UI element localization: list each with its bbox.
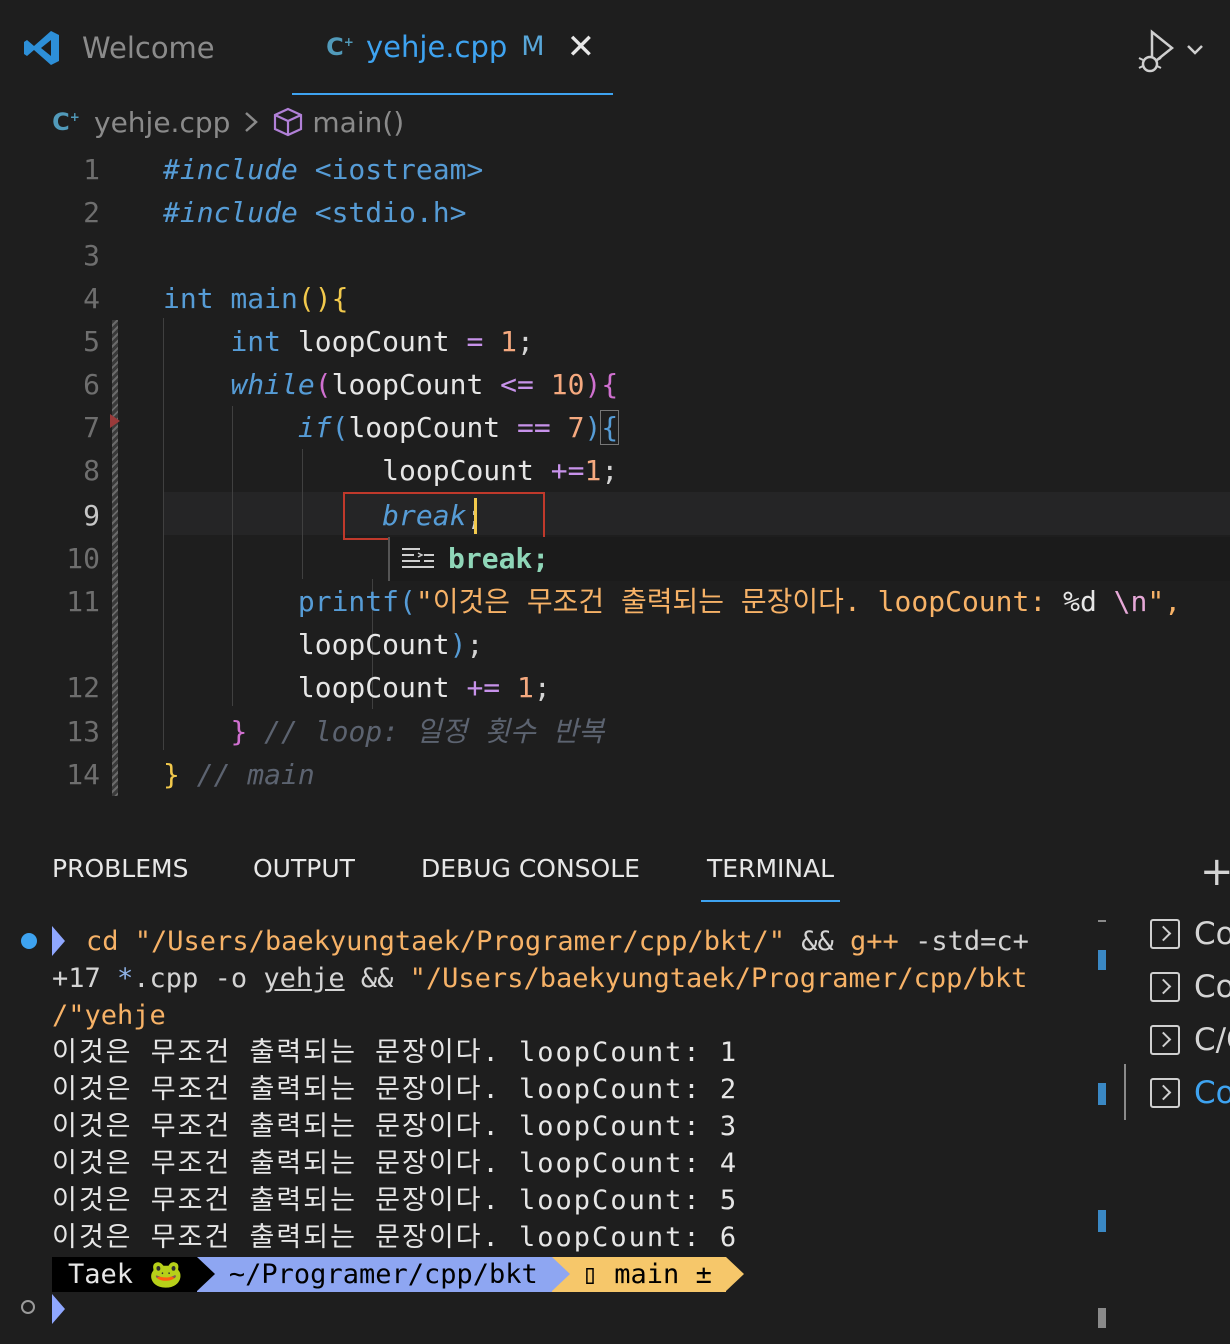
run-debug-button[interactable] <box>1136 28 1216 78</box>
close-icon[interactable]: ✕ <box>567 30 596 64</box>
snippet-icon <box>402 548 434 568</box>
tab-debug-console[interactable]: DEBUG CONSOLE <box>421 854 640 896</box>
tab-yehje-cpp[interactable]: C+ yehje.cpp M ✕ <box>292 0 613 95</box>
tab-welcome[interactable]: Welcome <box>22 0 292 96</box>
vscode-logo-icon <box>24 31 59 65</box>
terminal-list: Co Co C/C Co <box>1124 914 1230 1344</box>
line-number: 13 <box>66 715 100 748</box>
cpp-file-icon: C+ <box>52 108 80 136</box>
scrollbar-mark <box>1098 1308 1106 1328</box>
terminal-output-line: 이것은 무조건 출력되는 문장이다. loopCount: 6 <box>52 1222 739 1253</box>
tab-label: yehje.cpp <box>366 29 508 64</box>
suggestion-text: break; <box>448 542 550 575</box>
prompt-path: ~/Programer/cpp/bkt <box>196 1257 570 1292</box>
prompt-git-branch: ▯ main ± <box>551 1257 744 1292</box>
code-line: 8 loopCount +=1; <box>0 449 1230 492</box>
terminal-list-item[interactable]: Co <box>1150 961 1230 1013</box>
inline-suggestion[interactable]: break; <box>388 537 1230 581</box>
line-number: 4 <box>83 282 100 315</box>
code-line: loopCount); <box>297 628 484 661</box>
code-line: 9 break; <box>0 494 1230 537</box>
terminal-output-line: 이것은 무조건 출력되는 문장이다. loopCount: 2 <box>52 1074 739 1105</box>
command-status-dot <box>21 1300 35 1314</box>
scrollbar-mark <box>1098 1210 1106 1232</box>
line-number: 3 <box>83 239 100 272</box>
breadcrumb: C+ yehje.cpp main() <box>52 100 404 144</box>
code-line: 14 } // main <box>0 753 1230 796</box>
terminal-list-item[interactable]: Co <box>1150 908 1230 960</box>
terminal-icon <box>1150 972 1180 1002</box>
code-line: 4 int main(){ <box>0 277 1230 320</box>
line-number: 9 <box>83 499 100 532</box>
terminal[interactable]: cd "/Users/baekyungtaek/Programer/cpp/bk… <box>0 918 1090 1344</box>
tab-label: Welcome <box>82 31 215 65</box>
line-number: 8 <box>83 454 100 487</box>
code-line: 1 #include <iostream> <box>0 148 1230 191</box>
prompt-user: Taek 🐸 <box>52 1257 215 1292</box>
line-number: 11 <box>66 585 100 618</box>
terminal-command-line: cd "/Users/baekyungtaek/Programer/cpp/bk… <box>86 926 1029 957</box>
command-status-dot <box>21 933 37 949</box>
modified-indicator: M <box>521 31 545 62</box>
code-line: 11 printf("이것은 무조건 출력되는 문장이다. loopCount:… <box>0 580 1230 623</box>
terminal-command-line: +17 *.cpp -o yehje && "/Users/baekyungta… <box>52 963 1028 994</box>
editor-tab-bar: Welcome C+ yehje.cpp M ✕ <box>0 0 1230 96</box>
line-number: 10 <box>66 542 100 575</box>
terminal-icon <box>1150 1025 1180 1055</box>
terminal-icon <box>1150 1078 1180 1108</box>
code-editor[interactable]: 1 #include <iostream> 2 #include <stdio.… <box>0 146 1230 806</box>
terminal-output-line: 이것은 무조건 출력되는 문장이다. loopCount: 5 <box>52 1185 739 1216</box>
tab-output[interactable]: OUTPUT <box>253 854 355 896</box>
terminal-icon <box>1150 919 1180 949</box>
add-terminal-button[interactable]: + <box>1200 852 1230 892</box>
tab-problems[interactable]: PROBLEMS <box>52 854 188 896</box>
code-line: 6 while(loopCount <= 10){ <box>0 363 1230 406</box>
terminal-output-line: 이것은 무조건 출력되는 문장이다. loopCount: 3 <box>52 1111 739 1142</box>
line-number: 14 <box>66 758 100 791</box>
active-terminal-indicator <box>1124 1064 1126 1120</box>
run-debug-icon <box>1138 29 1203 73</box>
line-number: 5 <box>83 325 100 358</box>
terminal-list-item[interactable]: C/C <box>1150 1014 1230 1066</box>
line-number: 12 <box>66 671 100 704</box>
panel-tab-bar: PROBLEMS OUTPUT DEBUG CONSOLE TERMINAL + <box>0 840 1230 902</box>
scrollbar-mark <box>1098 1083 1106 1105</box>
git-branch-icon: ▯ <box>581 1259 599 1290</box>
text-cursor <box>474 498 477 534</box>
code-line: 13 } // loop: 일정 횟수 반복 <box>0 710 1230 753</box>
code-line: 5 int loopCount = 1; <box>0 320 1230 363</box>
breadcrumb-symbol[interactable]: main() <box>312 106 404 139</box>
line-number: 6 <box>83 368 100 401</box>
breadcrumb-file[interactable]: yehje.cpp <box>94 106 230 139</box>
cpp-file-icon: C+ <box>326 32 354 61</box>
scrollbar-mark <box>1098 950 1106 970</box>
line-number: 1 <box>83 153 100 186</box>
terminal-list-item-active[interactable]: Co <box>1150 1067 1230 1119</box>
scrollbar-mark <box>1098 920 1106 922</box>
terminal-output-line: 이것은 무조건 출력되는 문장이다. loopCount: 1 <box>52 1037 739 1068</box>
terminal-command-line: /"yehje <box>52 1000 166 1031</box>
tab-terminal[interactable]: TERMINAL <box>701 854 841 902</box>
code-line: 3 <box>0 234 1230 277</box>
shell-prompt: Taek 🐸 ~/Programer/cpp/bkt ▯ main ± <box>52 1257 744 1292</box>
prompt-arrow-icon <box>52 926 65 956</box>
prompt-arrow-icon <box>52 1294 65 1324</box>
code-line: 2 #include <stdio.h> <box>0 191 1230 234</box>
code-line: 12 loopCount += 1; <box>0 666 1230 709</box>
selection-highlight-box <box>343 492 545 540</box>
chevron-right-icon <box>245 112 259 132</box>
line-number: 7 <box>83 411 100 444</box>
cube-icon <box>274 107 303 137</box>
terminal-output-line: 이것은 무조건 출력되는 문장이다. loopCount: 4 <box>52 1148 739 1179</box>
code-line: 7 if(loopCount == 7){ <box>0 406 1230 449</box>
line-number: 2 <box>83 196 100 229</box>
